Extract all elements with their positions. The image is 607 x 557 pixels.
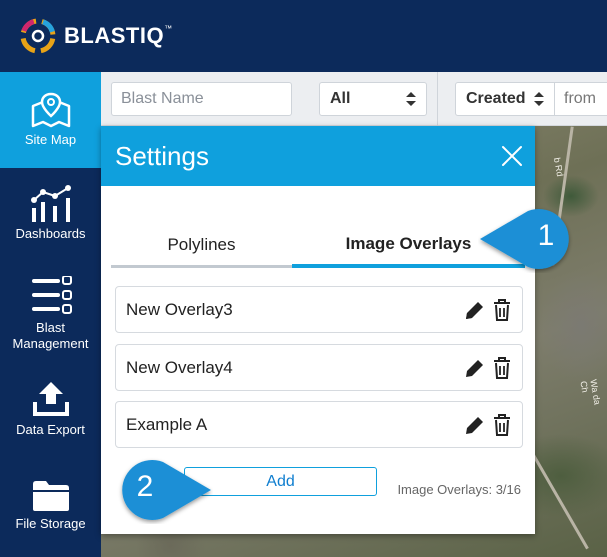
sidebar-item-dashboards[interactable]: Dashboards	[0, 184, 101, 264]
map-road-label: b Rd	[551, 156, 566, 178]
list-icon	[31, 276, 72, 314]
trash-icon[interactable]	[492, 299, 512, 321]
sidebar-item-label: Blast Management	[12, 320, 89, 351]
sidebar-item-label: Data Export	[16, 422, 85, 437]
app-header: BLASTIQ ™	[0, 0, 607, 72]
callout-two: 2	[103, 456, 213, 524]
overlay-count: Image Overlays: 3/16	[397, 482, 521, 497]
list-item[interactable]: Example A	[115, 401, 523, 448]
logo-text: BLASTIQ	[64, 23, 165, 48]
pencil-icon[interactable]	[464, 357, 484, 379]
callout-one: 1	[478, 205, 588, 273]
settings-header: Settings	[101, 126, 535, 186]
overlay-name: New Overlay3	[126, 299, 233, 319]
sort-arrows-icon	[406, 92, 416, 106]
list-item[interactable]: New Overlay3	[115, 286, 523, 333]
sort-select-value: Created	[466, 90, 526, 107]
logo-trademark: ™	[164, 23, 173, 33]
sort-select[interactable]: Created	[455, 82, 555, 116]
overlay-name: New Overlay4	[126, 357, 233, 377]
trash-icon[interactable]	[492, 357, 512, 379]
folder-icon	[32, 481, 69, 511]
sidebar: Site Map Dashboards Blast Management Dat…	[0, 72, 101, 557]
settings-tabs: Polylines Image Overlays	[111, 224, 525, 268]
pencil-icon[interactable]	[464, 299, 484, 321]
map-pin-icon	[31, 92, 70, 128]
sidebar-item-blast-management[interactable]: Blast Management	[0, 276, 101, 366]
sort-arrows-icon	[534, 92, 544, 106]
type-select-value: All	[330, 90, 351, 107]
callout-number: 1	[537, 219, 555, 252]
blast-name-input[interactable]	[111, 82, 292, 116]
sidebar-item-label: Dashboards	[15, 226, 86, 241]
callout-number: 2	[136, 470, 154, 503]
sidebar-item-label: File Storage	[15, 516, 86, 531]
sidebar-item-data-export[interactable]: Data Export	[0, 380, 101, 460]
sidebar-item-site-map[interactable]: Site Map	[0, 72, 101, 168]
close-icon[interactable]	[501, 145, 523, 167]
tab-polylines[interactable]: Polylines	[111, 224, 292, 268]
from-date-field[interactable]: from	[555, 82, 607, 116]
blastiq-logo[interactable]: BLASTIQ ™	[18, 16, 172, 56]
logo-ring-icon	[20, 18, 56, 54]
trash-icon[interactable]	[492, 414, 512, 436]
settings-title: Settings	[115, 141, 209, 171]
map-road-label: Wa da Ch	[578, 378, 603, 406]
pencil-icon[interactable]	[464, 414, 484, 436]
list-item[interactable]: New Overlay4	[115, 344, 523, 391]
sidebar-item-label: Site Map	[24, 132, 77, 147]
chart-icon	[30, 185, 71, 222]
type-select[interactable]: All	[319, 82, 427, 116]
sidebar-item-file-storage[interactable]: File Storage	[0, 478, 101, 548]
upload-icon	[32, 382, 69, 416]
from-label: from	[564, 90, 596, 107]
filter-bar: All Created from	[101, 72, 607, 126]
overlay-name: Example A	[126, 414, 208, 434]
filter-divider	[437, 72, 438, 126]
